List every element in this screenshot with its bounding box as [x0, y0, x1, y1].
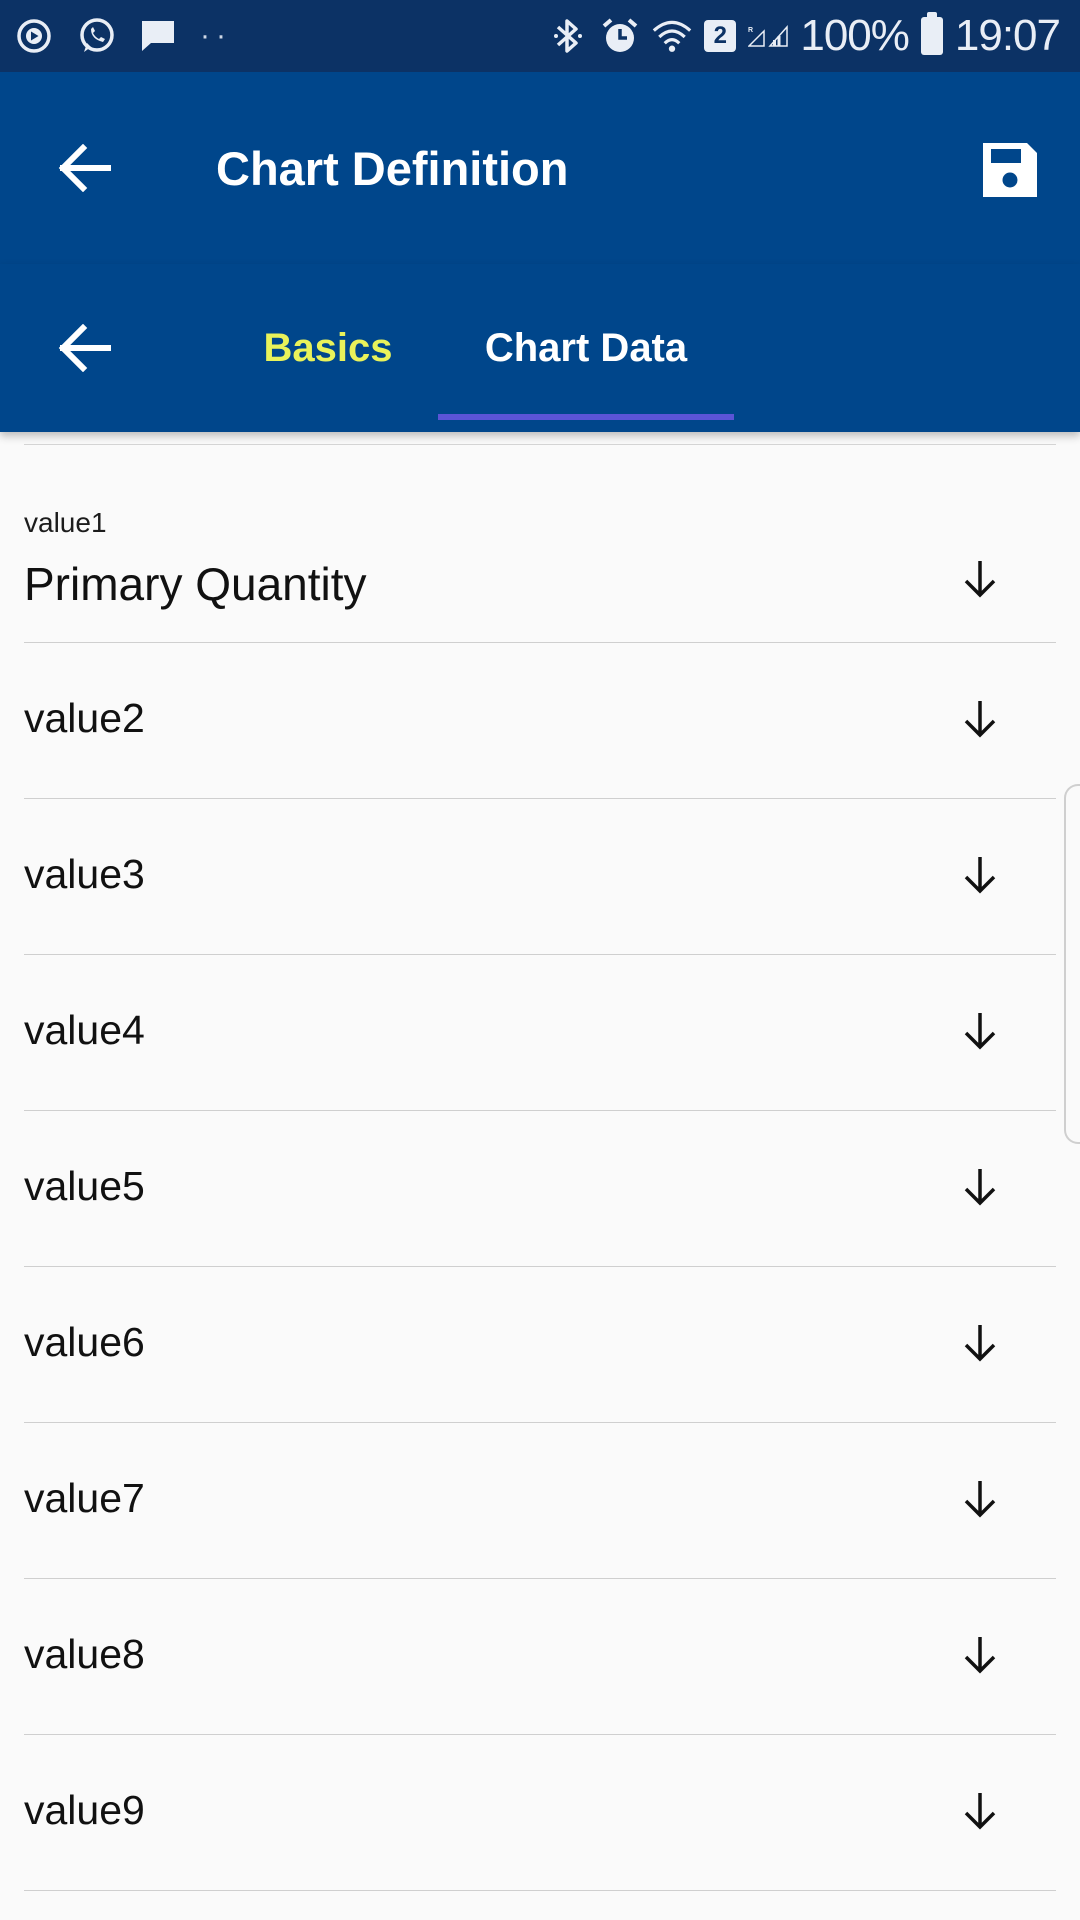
list-item-value1[interactable]: value1 Primary Quantity — [24, 445, 1056, 643]
arrow-left-icon — [58, 144, 111, 192]
list-item-label: value6 — [24, 1319, 145, 1365]
list-item-label: value4 — [24, 1007, 145, 1053]
svg-text:R: R — [748, 27, 753, 34]
play-circle-icon — [14, 16, 54, 56]
tab-bar: Basics Chart Data — [0, 264, 1080, 432]
tab-chart-data[interactable]: Chart Data — [438, 264, 734, 432]
list-item-value2[interactable]: value2 — [24, 643, 1056, 799]
more-dots-icon: ·· — [200, 19, 232, 52]
list-item-label: value1 — [24, 507, 107, 538]
list-item-value8[interactable]: value8 — [24, 1579, 1056, 1735]
list-item-value: Primary Quantity — [24, 558, 367, 610]
chart-data-list: value1 Primary Quantity value2 value3 va… — [24, 432, 1056, 1891]
arrow-down-icon[interactable] — [954, 1005, 1006, 1057]
list-item-label: value5 — [24, 1163, 145, 1209]
list-item-label: value3 — [24, 851, 145, 897]
active-tab-indicator — [438, 414, 734, 420]
tab-back-button[interactable] — [46, 310, 122, 386]
list-item-value9[interactable]: value9 — [24, 1735, 1056, 1891]
list-item-value7[interactable]: value7 — [24, 1423, 1056, 1579]
back-button[interactable] — [46, 130, 122, 206]
list-item-value3[interactable]: value3 — [24, 799, 1056, 955]
message-icon — [138, 16, 178, 56]
list-item-label: value7 — [24, 1475, 145, 1521]
list-item-label: value8 — [24, 1631, 145, 1677]
alarm-icon — [600, 16, 640, 56]
signal-icon: R — [748, 16, 789, 56]
arrow-down-icon[interactable] — [954, 849, 1006, 901]
battery-percentage: 100% — [800, 11, 910, 60]
tab-basics[interactable]: Basics — [230, 264, 426, 432]
page-title: Chart Definition — [216, 141, 569, 195]
edge-panel-handle[interactable] — [1064, 784, 1080, 1144]
sim-icon: 2 — [704, 20, 737, 52]
list-item-label: value9 — [24, 1787, 145, 1833]
app-bar: Chart Definition — [0, 72, 1080, 264]
status-time: 19:07 — [954, 11, 1061, 60]
arrow-down-icon[interactable] — [954, 553, 1006, 605]
list-item-value5[interactable]: value5 — [24, 1111, 1056, 1267]
arrow-down-icon[interactable] — [954, 1785, 1006, 1837]
arrow-down-icon[interactable] — [954, 693, 1006, 745]
status-bar: ·· 2 R 100% 19:07 — [0, 0, 1080, 72]
wifi-icon — [652, 16, 692, 56]
list-item-value4[interactable]: value4 — [24, 955, 1056, 1111]
status-left-icons: ·· — [14, 16, 254, 56]
bluetooth-icon — [548, 16, 588, 56]
arrow-down-icon[interactable] — [954, 1473, 1006, 1525]
save-button[interactable] — [974, 134, 1046, 206]
arrow-left-icon — [58, 324, 111, 372]
status-right-icons: 2 R 100% 19:07 — [536, 11, 1061, 61]
save-icon — [983, 143, 1037, 197]
list-item-label: value2 — [24, 695, 145, 741]
list-item-value6[interactable]: value6 — [24, 1267, 1056, 1423]
arrow-down-icon[interactable] — [954, 1629, 1006, 1681]
arrow-down-icon[interactable] — [954, 1161, 1006, 1213]
battery-icon — [920, 12, 943, 55]
whatsapp-icon — [76, 16, 116, 56]
arrow-down-icon[interactable] — [954, 1317, 1006, 1369]
